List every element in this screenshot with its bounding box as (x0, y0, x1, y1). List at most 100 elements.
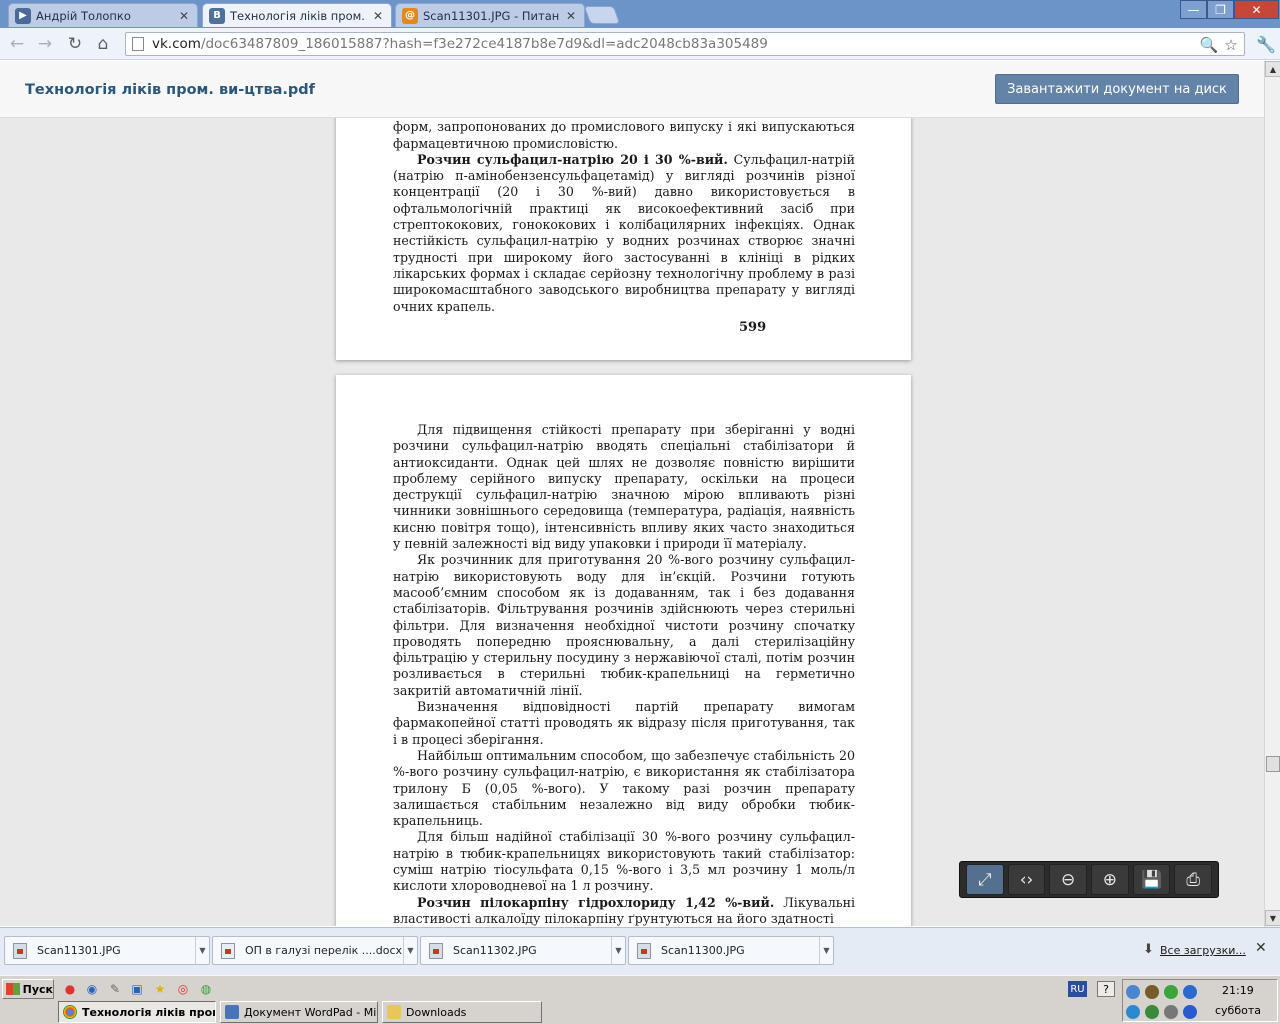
fit-page-icon[interactable]: ⤢ (966, 864, 1004, 895)
paragraph: Розчин пілокарпіну гідрохлориду 1,42 %-в… (393, 895, 855, 926)
tab-close-icon[interactable]: ✕ (371, 9, 385, 23)
viewer-toolbar: ⤢ ‹› ⊖ ⊕ 💾 ⎙ (959, 861, 1219, 898)
download-item[interactable]: Scan11301.JPG ▼ (4, 936, 210, 965)
paragraph: Для більш надійної стабілізації 30 %-вог… (393, 829, 855, 894)
clock-day: суббота (1215, 1004, 1262, 1017)
scrollbar-thumb[interactable] (1266, 756, 1280, 772)
tab-close-icon[interactable]: ✕ (564, 9, 578, 23)
tab-label: Технологія ліків пром. ви-цтва (230, 8, 367, 23)
play-icon: ▶ (15, 7, 31, 24)
vk-icon: B (209, 7, 225, 24)
tray-gear-icon[interactable] (1164, 1005, 1178, 1019)
paragraph: Розчин сульфацил-натрію 20 і 30 %-вий. С… (393, 152, 855, 315)
chevron-down-icon[interactable]: ▼ (819, 937, 833, 964)
tray-cat-icon[interactable] (1145, 1005, 1159, 1019)
image-file-icon (637, 942, 651, 959)
maximize-button[interactable]: ❐ (1207, 0, 1234, 19)
download-filename: Scan11300.JPG (661, 944, 745, 957)
url-host: vk.com (152, 36, 201, 52)
quicklaunch-opera-icon[interactable]: ◎ (175, 981, 191, 997)
zoom-out-icon[interactable]: ⊖ (1049, 864, 1088, 895)
image-file-icon (13, 942, 27, 959)
reload-icon[interactable]: ↻ (62, 31, 88, 57)
wrench-icon[interactable]: 🔧 (1253, 31, 1279, 57)
paragraph: Як розчинник для приготування 20 %-вого … (393, 552, 855, 698)
quicklaunch-browser-icon[interactable]: ◉ (84, 981, 100, 997)
paragraph: Для підвищення стійкості препарату при з… (393, 422, 855, 552)
tab-doc-pdf[interactable]: B Технологія ліків пром. ви-цтва ✕ (202, 3, 392, 27)
download-item[interactable]: Scan11300.JPG ▼ (628, 936, 834, 965)
all-downloads-link[interactable]: Все загрузки... (1160, 944, 1246, 957)
task-downloads[interactable]: Downloads (382, 1001, 542, 1023)
download-item[interactable]: ОП в галузі перелік ....docx ▼ (212, 936, 418, 965)
new-tab-button[interactable] (583, 6, 621, 24)
help-icon[interactable]: ? (1097, 981, 1115, 997)
paragraph-heading: Розчин сульфацил-натрію 20 і 30 %-вий. (417, 151, 728, 167)
zoom-icon[interactable]: 🔍 (1198, 33, 1220, 57)
start-button[interactable]: Пуск (2, 979, 54, 999)
address-bar[interactable]: vk.com/doc63487809_186015887?hash=f3e272… (125, 32, 1245, 56)
zoom-in-icon[interactable]: ⊕ (1091, 864, 1129, 895)
doc-header: Технологія ліків пром. ви-цтва.pdf Заван… (0, 61, 1264, 118)
task-label: Технологія ліків пром... (82, 1005, 215, 1019)
scroll-up-icon[interactable]: ▲ (1265, 61, 1280, 77)
vertical-scrollbar[interactable]: ▲ ▼ (1264, 61, 1280, 927)
chevron-down-icon[interactable]: ▼ (611, 937, 625, 964)
tab-label: Scan11301.JPG - Питання до (423, 8, 560, 23)
chevron-down-icon[interactable]: ▼ (403, 937, 417, 964)
bookmark-star-icon[interactable]: ☆ (1220, 33, 1242, 57)
windows-logo-icon (6, 983, 20, 995)
taskbar: Пуск ● ◉ ✎ ▣ ★ ◎ ◍ Технологія ліків пром… (0, 975, 1280, 1024)
pdf-viewer[interactable]: Розглянемо особливості технології деяких… (0, 118, 1264, 926)
network-icon[interactable] (1126, 985, 1140, 999)
task-label: Документ WordPad - Mi... (244, 1005, 378, 1019)
wordpad-icon (225, 1005, 239, 1019)
close-shelf-icon[interactable]: ✕ (1255, 940, 1267, 956)
page-number: 599 (739, 320, 767, 335)
tab-label: Андрій Толопко (36, 8, 131, 23)
mail-icon: @ (402, 7, 418, 24)
paragraph-text: Сульфацил-натрій (натрію п-амінобензенсу… (393, 151, 855, 314)
tab-andrii-tolopko[interactable]: ▶ Андрій Толопко ✕ (8, 3, 198, 27)
back-arrow-icon[interactable]: ← (4, 31, 30, 57)
download-arrow-icon: ⬇ (1143, 942, 1154, 957)
tab-scan-mail[interactable]: @ Scan11301.JPG - Питання до ✕ (395, 3, 585, 27)
clock-time[interactable]: 21:19 (1222, 984, 1254, 997)
close-window-button[interactable]: ✕ (1234, 0, 1279, 19)
language-indicator[interactable]: RU (1068, 981, 1087, 997)
forward-arrow-icon[interactable]: → (32, 31, 58, 57)
chevron-down-icon[interactable]: ▼ (195, 937, 209, 964)
tab-close-icon[interactable]: ✕ (177, 9, 191, 23)
document-file-icon (221, 942, 235, 959)
quicklaunch-chrome-icon[interactable]: ◍ (198, 981, 214, 997)
quicklaunch-desktop-icon[interactable]: ▣ (129, 981, 145, 997)
task-chrome[interactable]: Технологія ліків пром... (58, 1001, 216, 1023)
tray-app-icon[interactable] (1145, 985, 1159, 999)
page-icon (132, 37, 144, 51)
print-icon[interactable]: ⎙ (1174, 864, 1213, 895)
download-filename: ОП в галузі перелік ....docx (245, 944, 403, 957)
folder-icon (387, 1005, 401, 1019)
task-wordpad[interactable]: Документ WordPad - Mi... (220, 1001, 378, 1023)
image-file-icon (429, 942, 443, 959)
quicklaunch-star-icon[interactable]: ★ (152, 981, 168, 997)
download-item[interactable]: Scan11302.JPG ▼ (420, 936, 626, 965)
paragraph: Розглянемо особливості технології деяких… (393, 119, 855, 151)
url-path: /doc63487809_186015887?hash=f3e272ce4187… (200, 36, 768, 52)
page-text: Для підвищення стійкості препарату при з… (393, 422, 855, 926)
tray-power-icon[interactable] (1183, 1005, 1197, 1019)
home-icon[interactable]: ⌂ (90, 31, 116, 57)
quicklaunch-tool-icon[interactable]: ✎ (107, 981, 123, 997)
scroll-down-icon[interactable]: ▼ (1265, 910, 1280, 926)
minimize-button[interactable]: — (1180, 0, 1207, 19)
quicklaunch-app-icon[interactable]: ● (62, 981, 78, 997)
tab-strip: ▶ Андрій Толопко ✕ B Технологія ліків пр… (0, 0, 1280, 28)
tray-lightning-icon[interactable] (1183, 985, 1197, 999)
volume-icon[interactable] (1126, 1005, 1140, 1019)
save-icon[interactable]: 💾 (1132, 864, 1171, 895)
fit-width-icon[interactable]: ‹› (1007, 864, 1046, 895)
chrome-icon (63, 1005, 77, 1019)
save-to-disk-button[interactable]: Завантажити документ на диск (995, 74, 1239, 104)
tray-green-icon[interactable] (1164, 985, 1178, 999)
download-shelf: Scan11301.JPG ▼ ОП в галузі перелік ....… (0, 927, 1280, 975)
